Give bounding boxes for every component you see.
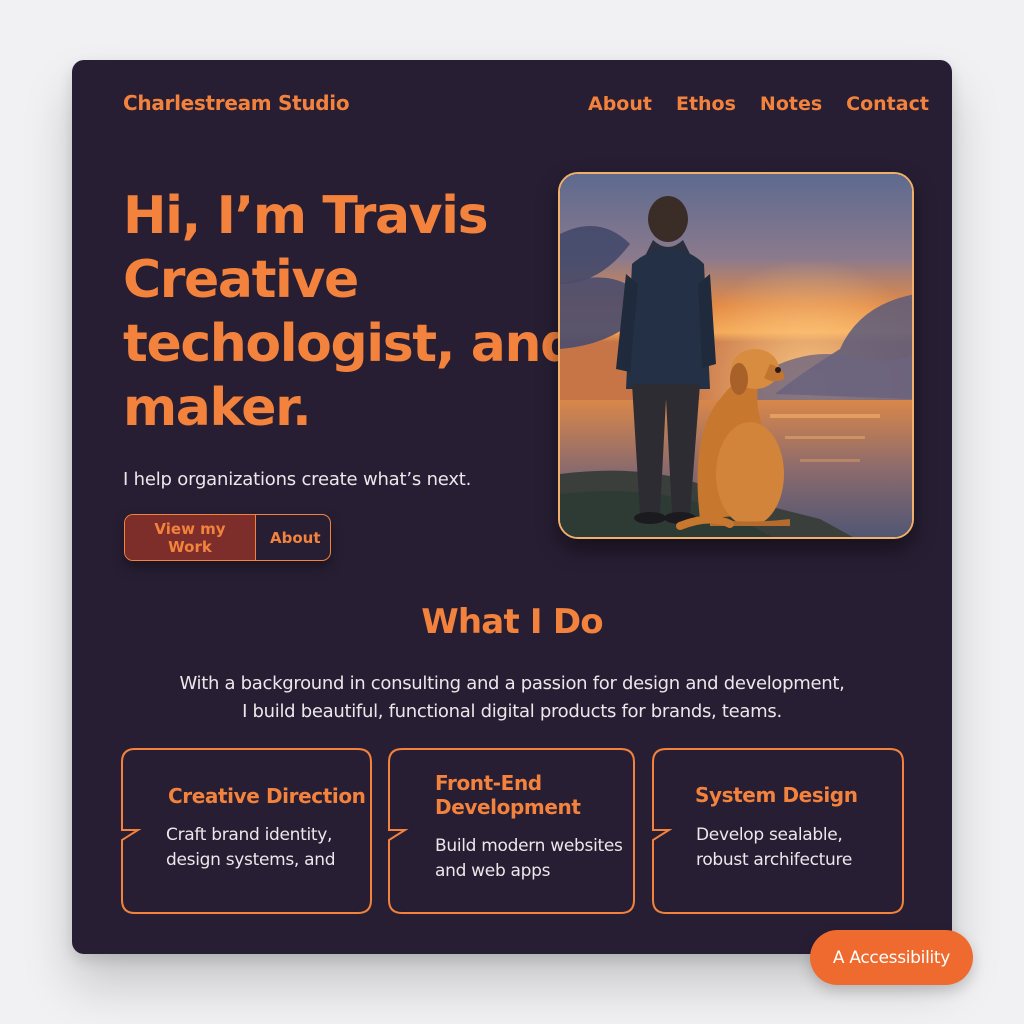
hero-title: Hi, I’m Travis Creative techologist, and… [123, 184, 577, 440]
nav-ethos-link[interactable]: Ethos [676, 93, 736, 115]
page-card: Charlestream Studio About Ethos Notes Co… [72, 60, 952, 954]
service-title-line: Front-End [435, 771, 542, 795]
nav-notes-link[interactable]: Notes [760, 93, 822, 115]
hero-button-group: View my Work About [124, 514, 331, 561]
service-description-line: Develop sealable, [696, 825, 843, 845]
about-button[interactable]: About [256, 515, 330, 560]
what-i-do-title: What I Do [421, 602, 603, 642]
service-description: Craft brand identity, design systems, an… [166, 823, 336, 873]
service-card-front-end-development[interactable]: Front-End Development Build modern websi… [388, 748, 635, 914]
view-my-work-button[interactable]: View my Work [125, 515, 256, 560]
brand-logo[interactable]: Charlestream Studio [123, 91, 350, 115]
hero-title-line: Creative [123, 250, 359, 310]
service-title: Front-End Development [435, 771, 581, 819]
service-description-line: design systems, and [166, 850, 336, 870]
service-description-line: robust archifecture [696, 850, 852, 870]
description-line: I build beautiful, functional digital pr… [242, 701, 782, 722]
service-title: Creative Direction [168, 784, 366, 808]
service-description: Develop sealable, robust archifecture [696, 823, 852, 873]
accessibility-button[interactable]: A Accessibility [810, 930, 973, 985]
service-card-system-design[interactable]: System Design Develop sealable, robust a… [652, 748, 904, 914]
hero-title-line: maker. [123, 378, 312, 438]
service-description-line: Build modern websites [435, 836, 623, 856]
service-card-creative-direction[interactable]: Creative Direction Craft brand identity,… [121, 748, 372, 914]
service-description: Build modern websites and web apps [435, 834, 623, 884]
man-and-dog-sunset-illustration [560, 174, 912, 537]
service-description-line: and web apps [435, 861, 551, 881]
service-title-line: Development [435, 795, 581, 819]
hero-illustration [558, 172, 914, 539]
nav-about-link[interactable]: About [588, 93, 652, 115]
main-nav: About Ethos Notes Contact [588, 93, 929, 115]
nav-contact-link[interactable]: Contact [846, 93, 929, 115]
service-title: System Design [695, 783, 858, 807]
service-description-line: Craft brand identity, [166, 825, 333, 845]
what-i-do-description: With a background in consulting and a pa… [72, 670, 952, 726]
hero-title-line: techologist, and [123, 314, 577, 374]
hero-title-line: Hi, I’m Travis [123, 186, 489, 246]
description-line: With a background in consulting and a pa… [179, 673, 845, 694]
hero-subtitle: I help organizations create what’s next. [123, 469, 472, 490]
